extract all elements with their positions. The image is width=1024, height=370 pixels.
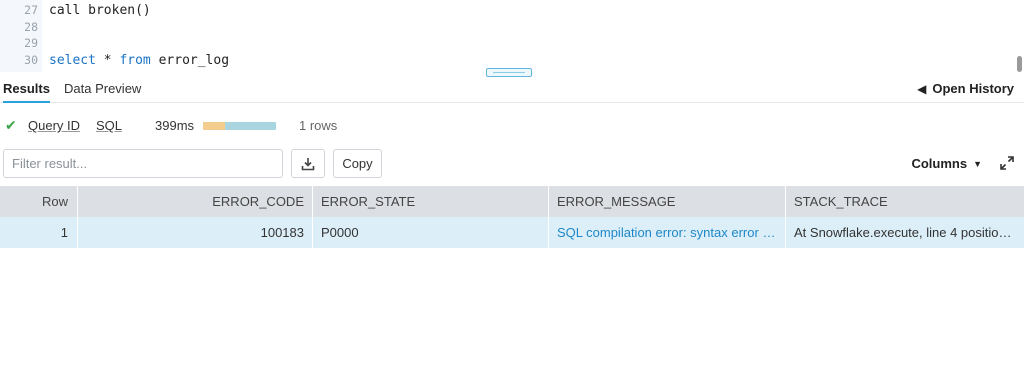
code-operator: * [95,53,120,68]
arrow-left-icon: ◀ [917,81,927,96]
filter-result-input[interactable] [3,149,283,178]
code-line[interactable]: 30 select * from error_log [0,52,1010,69]
caret-down-icon: ▼ [973,158,982,169]
open-history-button[interactable]: ◀ Open History [917,81,1014,96]
code-text[interactable]: select * from error_log [49,52,229,69]
table-row[interactable]: 1 100183 P0000 SQL compilation error: sy… [0,217,1024,248]
code-line[interactable]: 27 call broken() [0,2,1010,19]
sql-editor[interactable]: 27 call broken() 28 29 30 select * from … [0,0,1024,78]
cell-row-number[interactable]: 1 [0,217,78,248]
column-header-error-state[interactable]: ERROR_STATE [313,186,549,217]
column-header-error-message[interactable]: ERROR_MESSAGE [549,186,786,217]
tab-results[interactable]: Results [3,81,50,103]
expand-icon[interactable] [1000,156,1014,170]
line-number: 27 [24,3,38,17]
check-icon: ✔ [5,117,17,133]
line-number: 28 [24,20,38,34]
copy-button[interactable]: Copy [333,149,382,178]
keyword-from: from [119,53,151,68]
query-status-bar: ✔ Query ID SQL 399ms 1 rows [0,116,1024,136]
row-count: 1 rows [299,118,338,133]
columns-dropdown[interactable]: Columns ▼ [911,156,982,171]
code-line[interactable]: 28 [0,19,1010,36]
download-icon [301,157,315,170]
duration-bar[interactable] [203,122,276,130]
code-table-name: error_log [150,53,230,68]
query-id-link[interactable]: Query ID [28,118,80,133]
tab-data-preview[interactable]: Data Preview [64,81,141,103]
cell-error-code[interactable]: 100183 [78,217,313,248]
pane-resize-handle[interactable] [486,68,532,77]
code-line[interactable]: 29 [0,35,1010,52]
column-header-row[interactable]: Row [0,186,78,217]
code-text[interactable]: call broken() [49,2,151,19]
column-header-error-code[interactable]: ERROR_CODE [78,186,313,217]
download-button[interactable] [291,149,325,178]
duration-bar-compile-segment [203,122,225,130]
grid-header: Row ERROR_CODE ERROR_STATE ERROR_MESSAGE… [0,186,1024,217]
query-duration: 399ms [155,118,195,133]
results-tabbar: Results Data Preview ◀ Open History [0,78,1024,103]
keyword-select: select [49,53,96,68]
columns-label: Columns [911,156,968,171]
cell-error-state[interactable]: P0000 [313,217,549,248]
cell-stack-trace[interactable]: At Snowflake.execute, line 4 position 14 [786,217,1024,248]
line-number: 30 [24,53,38,67]
sql-link[interactable]: SQL [96,118,122,133]
editor-scrollbar[interactable] [1017,56,1022,72]
line-number: 29 [24,36,38,50]
cell-error-message[interactable]: SQL compilation error: syntax error line… [549,217,786,248]
open-history-label: Open History [932,81,1014,96]
column-header-stack-trace[interactable]: STACK_TRACE [786,186,1024,217]
